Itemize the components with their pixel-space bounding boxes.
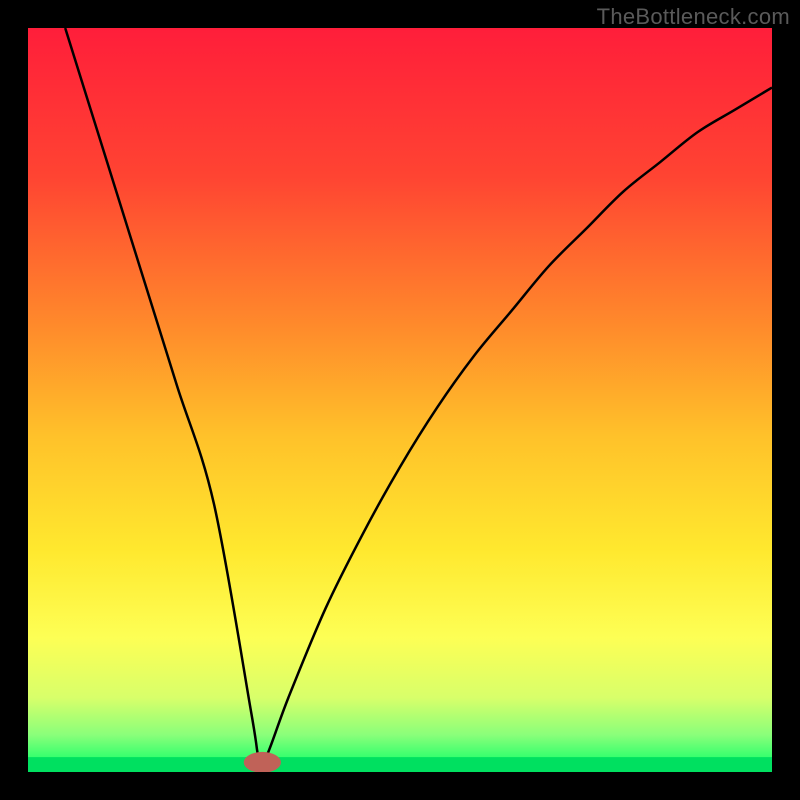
bottleneck-chart	[28, 28, 772, 772]
gradient-background	[28, 28, 772, 772]
base-band	[28, 757, 772, 772]
plot-area	[28, 28, 772, 772]
watermark-text: TheBottleneck.com	[597, 4, 790, 30]
min-marker	[244, 752, 281, 772]
chart-frame: TheBottleneck.com	[0, 0, 800, 800]
